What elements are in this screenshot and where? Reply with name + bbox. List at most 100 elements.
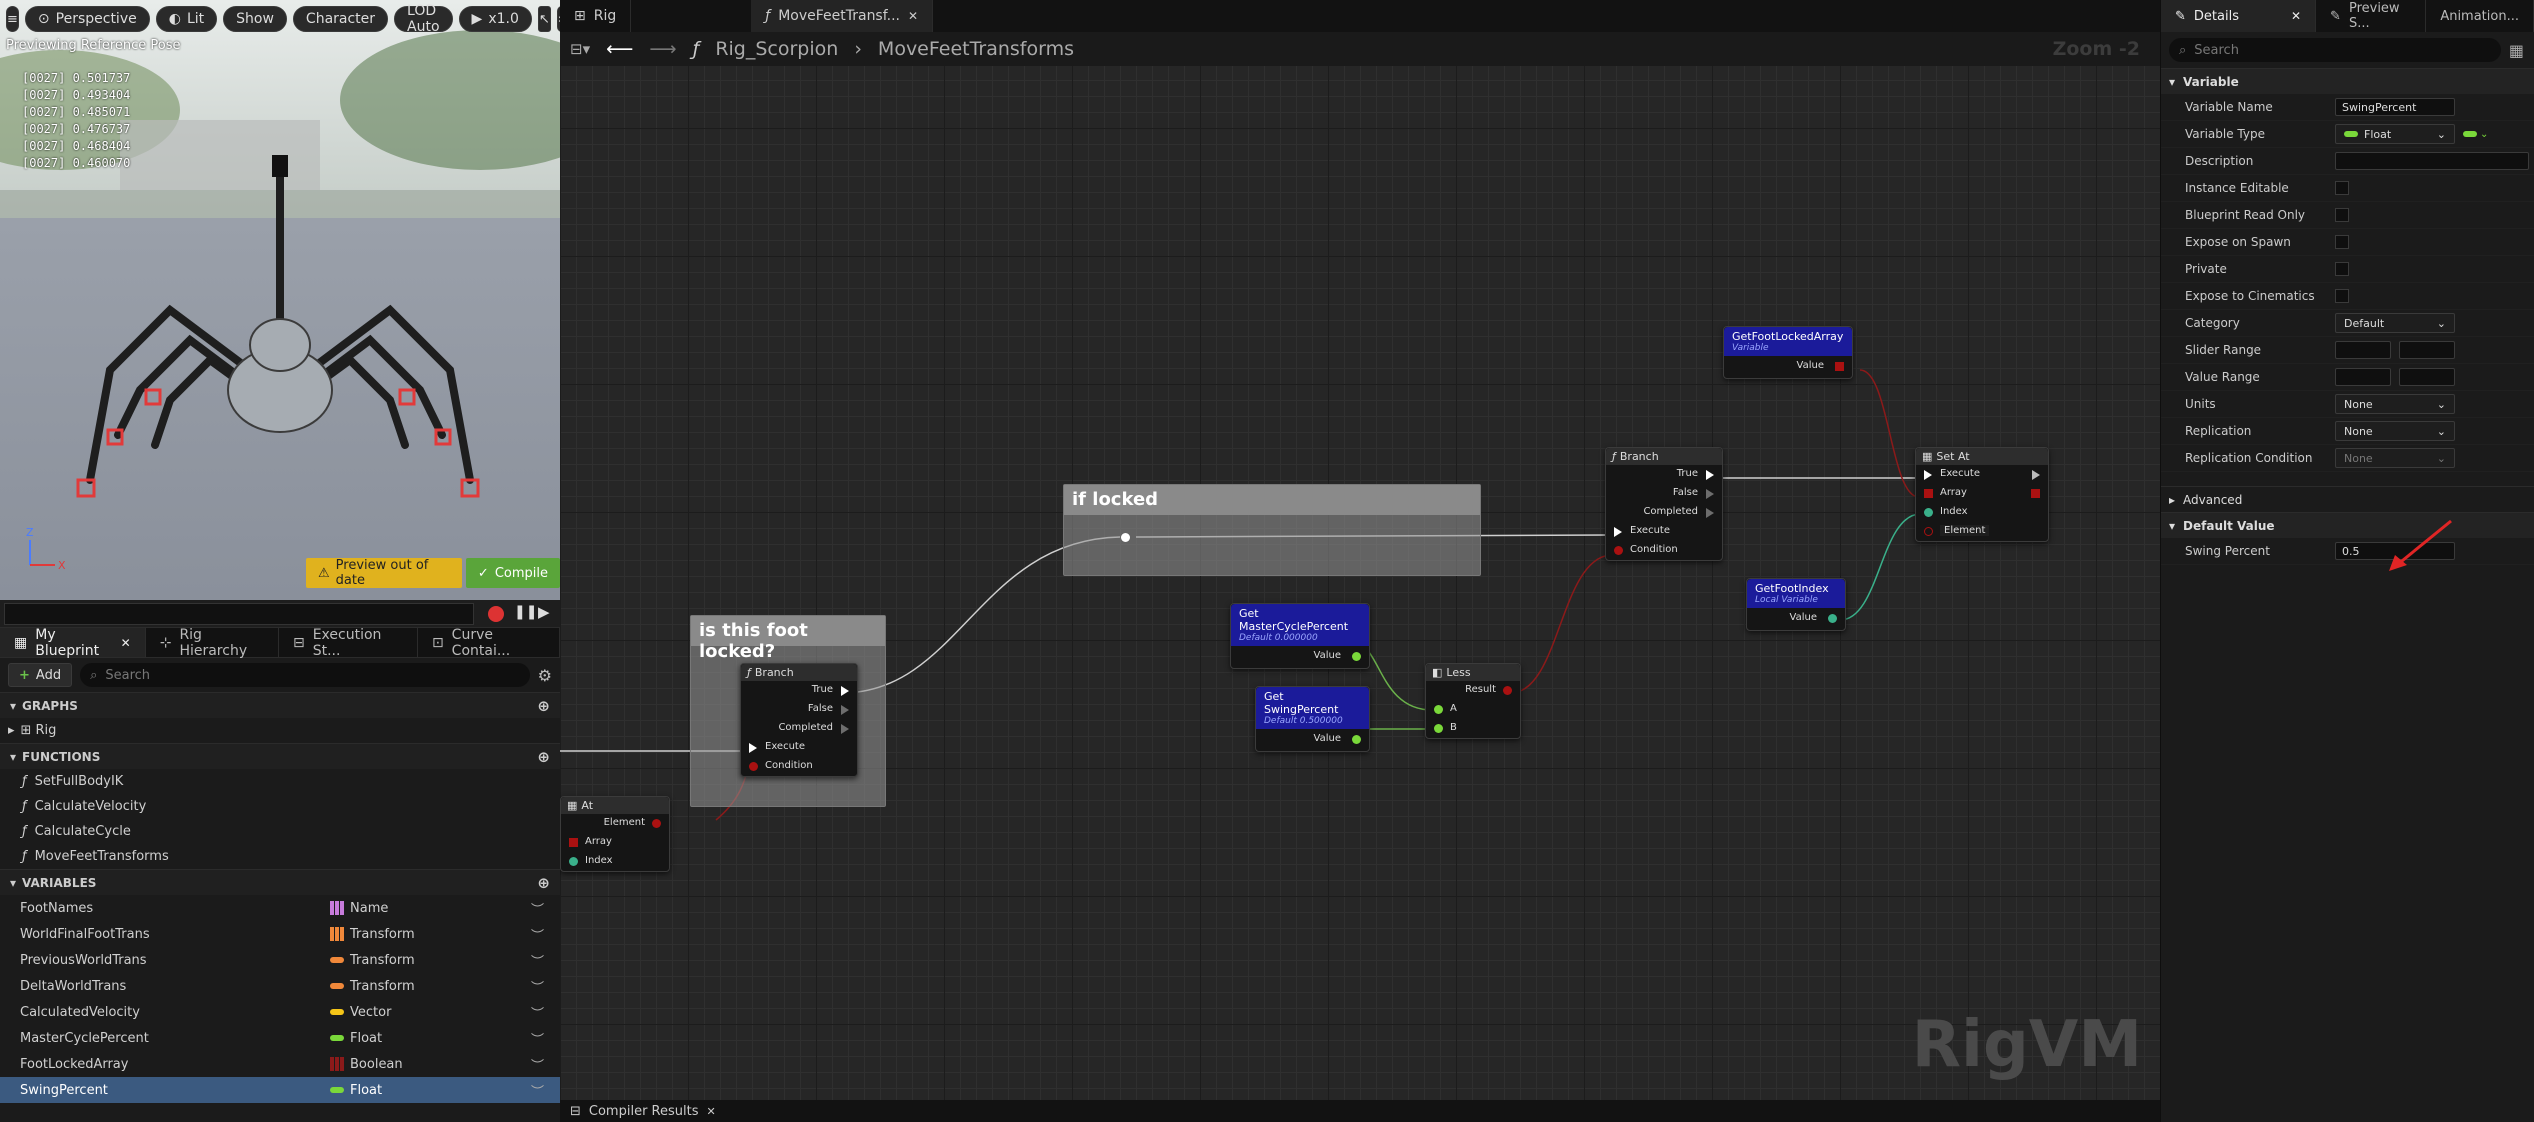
eye-toggle-icon[interactable]: ︶ [531, 1081, 544, 1100]
comment-if-locked[interactable]: if locked [1063, 484, 1481, 576]
eye-toggle-icon[interactable]: ︶ [531, 1029, 544, 1048]
exec-out-pin[interactable] [841, 705, 849, 715]
get-master-cycle-percent-node[interactable]: Get MasterCyclePercent Default 0.000000 V… [1230, 603, 1370, 669]
preview-viewport[interactable]: Z X ≡ ⊙ Perspective ◐ Lit Show Character L… [0, 0, 560, 600]
float-out-pin[interactable] [1352, 735, 1361, 744]
advanced-section-header[interactable]: ▸ Advanced [2161, 486, 2534, 512]
reroute-node[interactable] [1121, 533, 1130, 542]
int-out-pin[interactable] [1828, 614, 1837, 623]
expose-to-cinematics-checkbox[interactable] [2335, 289, 2349, 303]
tab-animation[interactable]: Animation... [2426, 0, 2534, 32]
graph-editor[interactable]: ⊞ Rig ƒ MoveFeetTransf... ✕ ⊟▾ ⟵ ⟶ ƒ Rig_Sc… [560, 0, 2160, 1122]
expose-on-spawn-checkbox[interactable] [2335, 235, 2349, 249]
blueprint-read-only-checkbox[interactable] [2335, 208, 2349, 222]
tab-details[interactable]: ✎ Details ✕ [2161, 0, 2317, 32]
replication-dropdown[interactable]: None ⌄ [2335, 421, 2455, 441]
lit-button[interactable]: ◐ Lit [155, 6, 218, 32]
details-search-input[interactable]: ⌕ Search [2169, 38, 2501, 62]
tab-my-blueprint[interactable]: ▦ My Blueprint ✕ [0, 627, 146, 659]
exec-out-pin[interactable] [1706, 508, 1714, 518]
eye-toggle-icon[interactable]: ︶ [531, 1055, 544, 1074]
play-forward-icon[interactable]: ▶ [538, 603, 550, 621]
record-icon[interactable] [488, 606, 504, 622]
float-out-pin[interactable] [1352, 652, 1361, 661]
int-in-pin[interactable] [569, 857, 578, 866]
preview-out-of-date-button[interactable]: ⚠ Preview out of date [306, 558, 462, 588]
eye-toggle-icon[interactable]: ︶ [531, 951, 544, 970]
float-in-pin[interactable] [1434, 724, 1443, 733]
array-out-pin[interactable] [2031, 489, 2040, 498]
compiler-results-tab[interactable]: Compiler Results [589, 1104, 699, 1119]
exec-out-pin[interactable] [1706, 489, 1714, 499]
int-in-pin[interactable] [1924, 508, 1933, 517]
exec-in-pin[interactable] [1614, 527, 1622, 537]
function-item[interactable]: ƒ CalculateCycle [0, 819, 560, 844]
bool-out-pin[interactable] [1503, 686, 1512, 695]
close-icon[interactable]: ✕ [707, 1105, 716, 1118]
exec-out-pin[interactable] [2032, 470, 2040, 480]
exec-out-pin[interactable] [841, 686, 849, 696]
less-node[interactable]: ◧ Less Result A B [1425, 663, 1521, 739]
show-button[interactable]: Show [223, 6, 287, 32]
array-in-pin[interactable] [569, 838, 578, 847]
pause-icon[interactable]: ❚❚ [514, 604, 537, 620]
exec-in-pin[interactable] [749, 743, 757, 753]
function-item[interactable]: ƒ MoveFeetTransforms [0, 844, 560, 869]
branch-node[interactable]: ƒ Branch True False Completed Execute Con… [1605, 447, 1723, 561]
variable-row[interactable]: FootNames Name ︶ [0, 895, 560, 921]
variable-section-header[interactable]: ▾ Variable [2161, 68, 2534, 94]
variable-row[interactable]: FootLockedArray Boolean ︶ [0, 1051, 560, 1077]
variable-row-selected[interactable]: SwingPercent Float ︶ [0, 1077, 560, 1103]
bool-in-pin[interactable] [749, 762, 758, 771]
exec-out-pin[interactable] [1706, 470, 1714, 480]
settings-gear-icon[interactable]: ⚙ [538, 666, 552, 685]
eye-toggle-icon[interactable]: ︶ [531, 977, 544, 996]
bool-out-pin[interactable] [652, 819, 661, 828]
functions-section-header[interactable]: ▾ FUNCTIONS ⊕ [0, 743, 560, 769]
container-type-icon[interactable]: ⌄ [2463, 129, 2488, 140]
add-variable-icon[interactable]: ⊕ [537, 874, 550, 892]
get-swing-percent-node[interactable]: Get SwingPercent Default 0.500000 Value [1255, 686, 1370, 752]
description-field[interactable] [2335, 152, 2529, 170]
variables-section-header[interactable]: ▾ VARIABLES ⊕ [0, 869, 560, 895]
compile-button[interactable]: ✓ Compile [465, 558, 560, 588]
add-function-icon[interactable]: ⊕ [537, 748, 550, 766]
tab-preview-settings[interactable]: ✎ Preview S... [2316, 0, 2427, 32]
function-item[interactable]: ƒ CalculateVelocity [0, 794, 560, 819]
menu-icon[interactable]: ≡ [6, 6, 19, 32]
eye-toggle-icon[interactable]: ︶ [531, 899, 544, 918]
variable-row[interactable]: WorldFinalFootTrans Transform ︶ [0, 921, 560, 947]
variable-row[interactable]: DeltaWorldTrans Transform ︶ [0, 973, 560, 999]
tab-curve-container[interactable]: ⊡ Curve Contai... [418, 627, 560, 659]
exec-in-pin[interactable] [1924, 470, 1932, 480]
array-in-pin[interactable] [1924, 489, 1933, 498]
value-max-field[interactable] [2399, 368, 2455, 386]
character-button[interactable]: Character [292, 6, 389, 32]
slider-max-field[interactable] [2399, 341, 2455, 359]
close-icon[interactable]: ✕ [2291, 9, 2301, 23]
tab-execution-stack[interactable]: ⊟ Execution St... [279, 627, 418, 659]
slider-min-field[interactable] [2335, 341, 2391, 359]
units-dropdown[interactable]: None ⌄ [2335, 394, 2455, 414]
add-button[interactable]: + Add [8, 663, 73, 687]
set-at-node[interactable]: ▦ Set At Execute Array Index Element [1915, 447, 2049, 542]
float-in-pin[interactable] [1434, 705, 1443, 714]
tab-rig-hierarchy[interactable]: ⊹ Rig Hierarchy [146, 627, 279, 659]
play-speed-button[interactable]: ▶ x1.0 [458, 6, 532, 32]
add-graph-icon[interactable]: ⊕ [537, 697, 550, 715]
replication-condition-dropdown[interactable]: None ⌄ [2335, 448, 2455, 468]
variable-row[interactable]: CalculatedVelocity Vector ︶ [0, 999, 560, 1025]
eye-toggle-icon[interactable]: ︶ [531, 1003, 544, 1022]
close-icon[interactable]: ✕ [121, 636, 131, 650]
select-cursor-icon[interactable]: ↖ [537, 6, 551, 32]
function-item[interactable]: ƒ SetFullBodyIK [0, 769, 560, 794]
bool-in-pin[interactable] [1924, 527, 1933, 536]
array-out-pin[interactable] [1835, 362, 1844, 371]
get-foot-locked-array-node[interactable]: GetFootLockedArray Variable Value [1723, 326, 1853, 379]
variable-row[interactable]: MasterCyclePercent Float ︶ [0, 1025, 560, 1051]
at-node[interactable]: ▦ At Element Array Index [560, 796, 670, 872]
default-value-section-header[interactable]: ▾ Default Value [2161, 512, 2534, 538]
table-view-icon[interactable]: ▦ [2509, 41, 2524, 60]
value-min-field[interactable] [2335, 368, 2391, 386]
exec-out-pin[interactable] [841, 724, 849, 734]
